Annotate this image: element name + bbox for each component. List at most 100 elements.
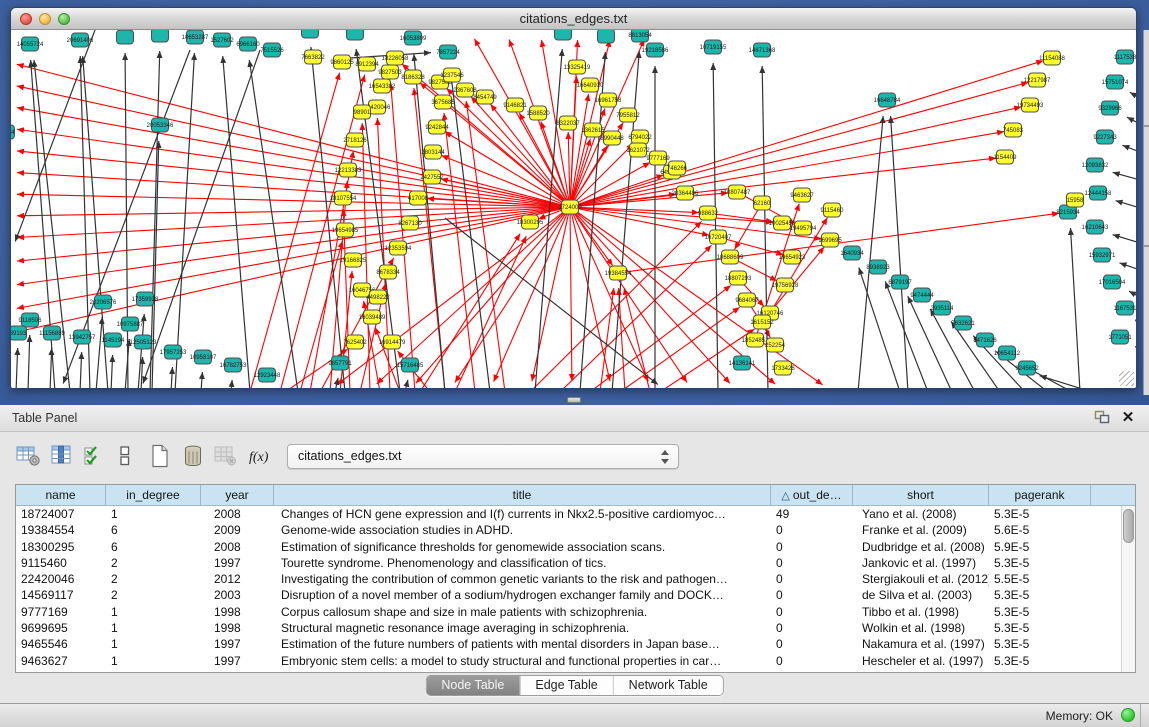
table-row[interactable]: 1938455462009Genome-wide association stu… bbox=[16, 522, 1121, 538]
graph-node[interactable] bbox=[302, 30, 319, 38]
graph-node-label: 12213383 bbox=[335, 168, 362, 174]
table-cell: 49 bbox=[771, 506, 853, 522]
network-window-titlebar[interactable]: citations_edges.txt bbox=[11, 8, 1136, 30]
float-panel-icon[interactable] bbox=[1093, 410, 1111, 426]
table-row[interactable]: 946554611997Estimation of the future num… bbox=[16, 636, 1121, 652]
graph-edge bbox=[96, 317, 102, 388]
table-cell: 5.3E-5 bbox=[989, 653, 1091, 669]
graph-node-label: 1724009 bbox=[558, 205, 582, 211]
close-panel-icon[interactable]: ✕ bbox=[1119, 410, 1137, 426]
table-row[interactable]: 1456911722003Disruption of a novel membe… bbox=[16, 587, 1121, 603]
splitter-handle[interactable] bbox=[567, 397, 581, 403]
new-table-icon[interactable] bbox=[145, 443, 175, 471]
sort-ascending-icon: △ bbox=[781, 490, 789, 502]
table-settings-icon[interactable] bbox=[14, 443, 44, 471]
graph-edge bbox=[50, 348, 52, 388]
citation-network-graph[interactable]: 1405572420691406106532871527602696616075… bbox=[11, 30, 1136, 388]
table-panel-title: Table Panel bbox=[12, 411, 77, 425]
table-cell: 5.3E-5 bbox=[989, 604, 1091, 620]
status-bar: Memory: OK bbox=[0, 703, 1149, 727]
graph-node-label: 9329966 bbox=[1098, 106, 1122, 112]
graph-node-label: 19384554 bbox=[605, 271, 632, 277]
table-cell: 5.3E-5 bbox=[989, 587, 1091, 603]
graph-node-label: 8215934 bbox=[1056, 210, 1080, 216]
table-row[interactable]: 911546021997Tourette syndrome. Phenomeno… bbox=[16, 555, 1121, 571]
table-cell: de Silva et al. (2003) bbox=[853, 587, 989, 603]
graph-node-label: 6794022 bbox=[628, 135, 652, 141]
select-columns-icon[interactable] bbox=[80, 443, 110, 471]
table-scrollbar[interactable] bbox=[1121, 506, 1135, 672]
graph-node-label: 11156889 bbox=[39, 331, 65, 337]
table-cell: Investigating the contribution of common… bbox=[274, 571, 771, 587]
window-title: citations_edges.txt bbox=[11, 11, 1136, 26]
graph-node-label: 8454749 bbox=[473, 95, 497, 101]
column-header-title[interactable]: title bbox=[274, 485, 771, 505]
graph-node[interactable] bbox=[598, 30, 615, 43]
network-desktop: citations_edges.txt 14055724206914061065… bbox=[0, 0, 1149, 405]
graph-edge bbox=[455, 207, 570, 382]
dropdown-stepper-icon bbox=[661, 449, 670, 465]
collapsed-panel-edge[interactable] bbox=[1143, 30, 1149, 395]
tab-node-table[interactable]: Node Table bbox=[426, 676, 519, 695]
graph-node[interactable] bbox=[555, 30, 572, 40]
table-cell: Estimation of significance thresholds fo… bbox=[274, 539, 771, 555]
graph-node-label: 20691406 bbox=[67, 38, 94, 44]
graph-node-label: 3675685 bbox=[431, 100, 455, 106]
table-scrollbar-thumb[interactable] bbox=[1123, 509, 1134, 543]
table-cell: Jankovic et al. (1997) bbox=[853, 555, 989, 571]
column-header-out_de[interactable]: △out_de… bbox=[771, 485, 853, 505]
graph-node-label: 10958107 bbox=[190, 355, 217, 361]
graph-node[interactable] bbox=[347, 30, 364, 40]
column-header-name[interactable]: name bbox=[16, 485, 106, 505]
graph-edge bbox=[1116, 201, 1136, 208]
tab-edge-table[interactable]: Edge Table bbox=[519, 676, 612, 695]
graph-node-label: 6879197 bbox=[888, 280, 912, 286]
table-row[interactable]: 946362711997Embryonic stem cells: a mode… bbox=[16, 653, 1121, 669]
table-cell: Tibbo et al. (1998) bbox=[853, 604, 989, 620]
show-column-icon[interactable] bbox=[48, 443, 78, 471]
graph-node[interactable] bbox=[117, 30, 134, 44]
graph-node-label: 13325419 bbox=[564, 65, 591, 71]
window-resize-grip[interactable] bbox=[1119, 371, 1134, 386]
table-row[interactable]: 1830029562008Estimation of significance … bbox=[16, 539, 1121, 555]
table-row[interactable]: 969969511998Structural magnetic resonanc… bbox=[16, 620, 1121, 636]
graph-node-label: 1527602 bbox=[210, 38, 234, 44]
row-merge-icon[interactable] bbox=[110, 443, 140, 471]
column-header-pagerank[interactable]: pagerank bbox=[989, 485, 1091, 505]
function-builder-icon[interactable]: f(x) bbox=[246, 443, 276, 471]
graph-node-label: 14671368 bbox=[749, 48, 776, 54]
table-select-dropdown[interactable]: citations_edges.txt bbox=[287, 444, 679, 469]
graph-node-label: 17016504 bbox=[1099, 280, 1126, 286]
graph-node-label: 14055724 bbox=[17, 42, 44, 48]
network-canvas[interactable]: 1405572420691406106532871527602696616075… bbox=[11, 30, 1136, 388]
table-row[interactable]: 977716911998Corpus callosum shape and si… bbox=[16, 604, 1121, 620]
column-header-in_degree[interactable]: in_degree bbox=[106, 485, 201, 505]
graph-node-label: 1771051 bbox=[1108, 335, 1132, 341]
graph-edge bbox=[570, 207, 572, 381]
graph-node-label: 1615152 bbox=[750, 320, 774, 326]
table-cell: Franke et al. (2009) bbox=[853, 522, 989, 538]
table-row[interactable]: 2242004622012Investigating the contribut… bbox=[16, 571, 1121, 587]
delete-table-icon[interactable] bbox=[178, 443, 208, 471]
svg-text:f(x): f(x) bbox=[249, 450, 269, 465]
graph-edge bbox=[17, 151, 570, 207]
memory-status-indicator[interactable] bbox=[1121, 708, 1135, 722]
network-window[interactable]: citations_edges.txt 14055724206914061065… bbox=[10, 7, 1137, 388]
column-header-short[interactable]: short bbox=[853, 485, 989, 505]
table-row[interactable]: 1872400712008Changes of HCN gene express… bbox=[16, 506, 1121, 522]
graph-node-label: 10807487 bbox=[724, 190, 751, 196]
table-cell: Hescheler et al. (1997) bbox=[853, 653, 989, 669]
graph-edge bbox=[620, 307, 740, 388]
graph-node-label: 19166825 bbox=[340, 258, 367, 264]
tab-network-table[interactable]: Network Table bbox=[613, 676, 723, 695]
delete-column-icon[interactable] bbox=[211, 443, 241, 471]
graph-node-label: 16782753 bbox=[220, 363, 247, 369]
table-cell: 2003 bbox=[201, 587, 274, 603]
table-cell: 0 bbox=[771, 620, 853, 636]
table-cell: 1 bbox=[106, 636, 201, 652]
table-cell: 1997 bbox=[201, 653, 274, 669]
graph-edge bbox=[1113, 235, 1136, 243]
graph-node[interactable] bbox=[152, 30, 169, 42]
graph-node-label: 15716485 bbox=[397, 363, 424, 369]
column-header-year[interactable]: year bbox=[201, 485, 274, 505]
